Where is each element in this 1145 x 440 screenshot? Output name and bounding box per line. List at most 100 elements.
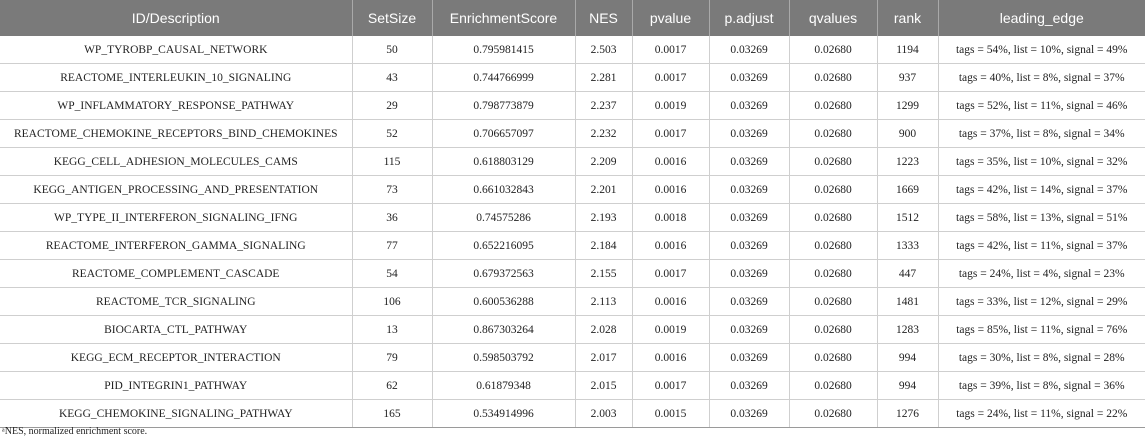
cell-rank: 1333: [877, 231, 939, 260]
cell-nes: 2.232: [575, 119, 633, 148]
cell-pvalue: 0.0019: [632, 315, 710, 344]
cell-qvalues: 0.02680: [789, 315, 878, 344]
cell-id-description: WP_INFLAMMATORY_RESPONSE_PATHWAY: [0, 91, 353, 120]
enrichment-table: ID/Description SetSize EnrichmentScore N…: [0, 0, 1145, 428]
col-header-rank: rank: [877, 0, 939, 36]
cell-nes: 2.015: [575, 371, 633, 400]
cell-qvalues: 0.02680: [789, 36, 878, 64]
cell-setsize: 29: [352, 91, 433, 120]
cell-leading-edge: tags = 54%, list = 10%, signal = 49%: [938, 36, 1145, 64]
cell-leading-edge: tags = 58%, list = 13%, signal = 51%: [938, 203, 1145, 232]
cell-pvalue: 0.0016: [632, 343, 710, 372]
cell-leading-edge: tags = 39%, list = 8%, signal = 36%: [938, 371, 1145, 400]
cell-enrichmentscore: 0.618803129: [432, 147, 576, 176]
cell-pvalue: 0.0016: [632, 147, 710, 176]
cell-pvalue: 0.0017: [632, 119, 710, 148]
cell-pvalue: 0.0019: [632, 91, 710, 120]
cell-nes: 2.155: [575, 259, 633, 288]
table-row: REACTOME_COMPLEMENT_CASCADE 54 0.679372563…: [0, 259, 1145, 288]
cell-nes: 2.237: [575, 91, 633, 120]
cell-enrichmentscore: 0.798773879: [432, 91, 576, 120]
cell-id-description: REACTOME_TCR_SIGNALING: [0, 287, 353, 316]
cell-enrichmentscore: 0.598503792: [432, 343, 576, 372]
table-row: KEGG_CELL_ADHESION_MOLECULES_CAMS 115 0.61…: [0, 147, 1145, 176]
cell-pvalue: 0.0018: [632, 203, 710, 232]
cell-pvalue: 0.0017: [632, 63, 710, 92]
cell-leading-edge: tags = 42%, list = 11%, signal = 37%: [938, 231, 1145, 260]
cell-p-adjust: 0.03269: [709, 343, 790, 372]
cell-p-adjust: 0.03269: [709, 315, 790, 344]
cell-pvalue: 0.0017: [632, 36, 710, 64]
cell-enrichmentscore: 0.706657097: [432, 119, 576, 148]
cell-nes: 2.028: [575, 315, 633, 344]
col-header-pvalue: pvalue: [632, 0, 710, 36]
cell-p-adjust: 0.03269: [709, 259, 790, 288]
cell-setsize: 50: [352, 36, 433, 64]
cell-pvalue: 0.0016: [632, 231, 710, 260]
col-header-leading-edge: leading_edge: [938, 0, 1145, 36]
cell-qvalues: 0.02680: [789, 287, 878, 316]
cell-qvalues: 0.02680: [789, 203, 878, 232]
cell-enrichmentscore: 0.61879348: [432, 371, 576, 400]
cell-rank: 1669: [877, 175, 939, 204]
cell-p-adjust: 0.03269: [709, 36, 790, 64]
cell-enrichmentscore: 0.600536288: [432, 287, 576, 316]
cell-id-description: BIOCARTA_CTL_PATHWAY: [0, 315, 353, 344]
table-row: WP_TYPE_II_INTERFERON_SIGNALING_IFNG 36 0.…: [0, 203, 1145, 232]
cell-pvalue: 0.0016: [632, 287, 710, 316]
cell-nes: 2.503: [575, 36, 633, 64]
cell-setsize: 115: [352, 147, 433, 176]
cell-nes: 2.017: [575, 343, 633, 372]
cell-qvalues: 0.02680: [789, 259, 878, 288]
cell-qvalues: 0.02680: [789, 343, 878, 372]
cell-rank: 900: [877, 119, 939, 148]
cell-nes: 2.209: [575, 147, 633, 176]
footnote: ᵃNES, normalized enrichment score.: [2, 426, 148, 437]
cell-rank: 1299: [877, 91, 939, 120]
cell-leading-edge: tags = 40%, list = 8%, signal = 37%: [938, 63, 1145, 92]
cell-rank: 447: [877, 259, 939, 288]
table-row: KEGG_ECM_RECEPTOR_INTERACTION 79 0.5985037…: [0, 343, 1145, 372]
cell-leading-edge: tags = 24%, list = 4%, signal = 23%: [938, 259, 1145, 288]
cell-id-description: REACTOME_INTERFERON_GAMMA_SIGNALING: [0, 231, 353, 260]
cell-setsize: 43: [352, 63, 433, 92]
table-row: PID_INTEGRIN1_PATHWAY 62 0.61879348 2.015 0.…: [0, 371, 1145, 400]
cell-enrichmentscore: 0.652216095: [432, 231, 576, 260]
cell-rank: 1276: [877, 399, 939, 428]
table-body: WP_TYROBP_CAUSAL_NETWORK 50 0.795981415 2.5…: [0, 36, 1145, 428]
table-row: WP_INFLAMMATORY_RESPONSE_PATHWAY 29 0.7987…: [0, 91, 1145, 120]
col-header-nes: NES: [575, 0, 633, 36]
cell-id-description: KEGG_CELL_ADHESION_MOLECULES_CAMS: [0, 147, 353, 176]
cell-nes: 2.003: [575, 399, 633, 428]
cell-enrichmentscore: 0.661032843: [432, 175, 576, 204]
cell-qvalues: 0.02680: [789, 119, 878, 148]
cell-pvalue: 0.0017: [632, 259, 710, 288]
cell-setsize: 36: [352, 203, 433, 232]
cell-nes: 2.201: [575, 175, 633, 204]
cell-id-description: REACTOME_COMPLEMENT_CASCADE: [0, 259, 353, 288]
cell-leading-edge: tags = 24%, list = 11%, signal = 22%: [938, 399, 1145, 428]
cell-setsize: 62: [352, 371, 433, 400]
cell-leading-edge: tags = 30%, list = 8%, signal = 28%: [938, 343, 1145, 372]
cell-qvalues: 0.02680: [789, 231, 878, 260]
cell-qvalues: 0.02680: [789, 399, 878, 428]
cell-id-description: KEGG_ECM_RECEPTOR_INTERACTION: [0, 343, 353, 372]
cell-id-description: REACTOME_INTERLEUKIN_10_SIGNALING: [0, 63, 353, 92]
cell-qvalues: 0.02680: [789, 91, 878, 120]
cell-p-adjust: 0.03269: [709, 287, 790, 316]
cell-nes: 2.193: [575, 203, 633, 232]
cell-id-description: WP_TYPE_II_INTERFERON_SIGNALING_IFNG: [0, 203, 353, 232]
table-row: REACTOME_INTERFERON_GAMMA_SIGNALING 77 0.6…: [0, 231, 1145, 260]
col-header-setsize: SetSize: [352, 0, 433, 36]
cell-leading-edge: tags = 33%, list = 12%, signal = 29%: [938, 287, 1145, 316]
cell-leading-edge: tags = 42%, list = 14%, signal = 37%: [938, 175, 1145, 204]
cell-p-adjust: 0.03269: [709, 371, 790, 400]
col-header-qvalues: qvalues: [789, 0, 878, 36]
cell-rank: 994: [877, 371, 939, 400]
header-row: ID/Description SetSize EnrichmentScore N…: [0, 0, 1145, 36]
cell-enrichmentscore: 0.534914996: [432, 399, 576, 428]
cell-enrichmentscore: 0.744766999: [432, 63, 576, 92]
cell-id-description: REACTOME_CHEMOKINE_RECEPTORS_BIND_CHEMOK…: [0, 119, 353, 148]
cell-p-adjust: 0.03269: [709, 399, 790, 428]
cell-leading-edge: tags = 85%, list = 11%, signal = 76%: [938, 315, 1145, 344]
